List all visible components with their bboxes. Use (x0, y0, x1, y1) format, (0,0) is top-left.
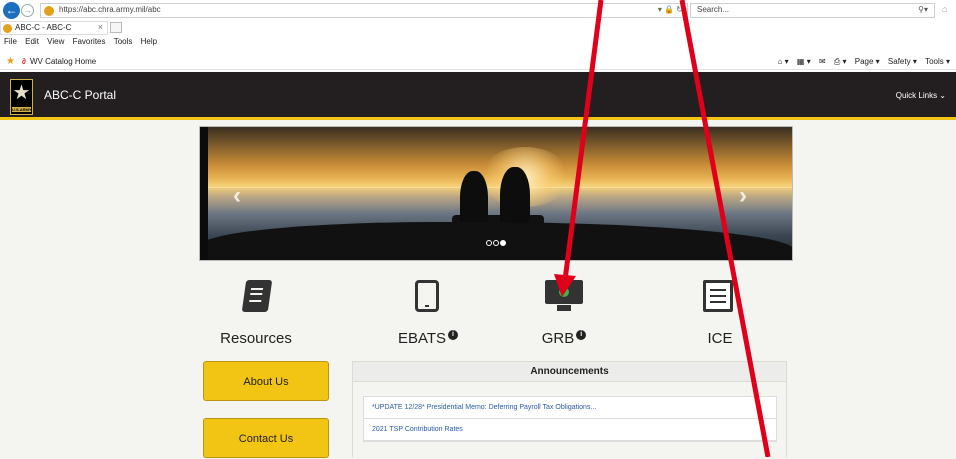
menu-tools[interactable]: Tools (114, 37, 133, 46)
flag-icon: ∂ (22, 57, 26, 66)
horizon-line (200, 187, 792, 188)
forward-button[interactable]: → (21, 4, 34, 17)
header-divider (0, 117, 956, 120)
tab-title: ABC-C - ABC-C (15, 23, 72, 32)
announcement-link[interactable]: 2021 TSP Contribution Rates (364, 419, 776, 441)
site-icon (44, 6, 54, 16)
carousel-dot-1[interactable] (486, 240, 492, 246)
announcements-title: Announcements (353, 362, 786, 382)
tile-grb[interactable]: GRB i (499, 280, 629, 350)
tablet-icon (415, 280, 439, 312)
search-input[interactable]: Search... (697, 5, 729, 14)
print-icon[interactable]: ⎙ ▾ (834, 57, 847, 66)
menu-help[interactable]: Help (141, 37, 157, 46)
monitor-check-icon (545, 280, 583, 311)
announcements-list: *UPDATE 12/28* Presidential Memo: Deferr… (363, 396, 777, 442)
book-icon (241, 280, 273, 312)
search-icon[interactable]: ⚲▾ (918, 5, 928, 14)
tab-row: ABC-C - ABC-C × (0, 21, 956, 35)
army-logo[interactable]: ★ U.S.ARMY (10, 79, 33, 115)
tools-menu[interactable]: Tools ▾ (925, 57, 950, 66)
newspaper-icon (703, 280, 733, 312)
favorite-link[interactable]: ∂ WV Catalog Home (22, 57, 96, 66)
browser-chrome: ← → https://abc.chra.army.mil/abc ▾ 🔒 ↻ … (0, 0, 956, 72)
home-small-icon[interactable]: ⌂ ▾ (778, 57, 789, 66)
contact-us-button[interactable]: Contact Us (203, 418, 329, 458)
back-button[interactable]: ← (3, 2, 20, 19)
tab-abc[interactable]: ABC-C - ABC-C × (0, 21, 108, 35)
portal-title[interactable]: ABC-C Portal (44, 88, 116, 102)
army-logo-text: U.S.ARMY (12, 107, 32, 112)
tile-label-resources: Resources (220, 330, 292, 347)
address-row: ← → https://abc.chra.army.mil/abc ▾ 🔒 ↻ … (0, 0, 956, 20)
refresh-icon[interactable]: ▾ 🔒 ↻ (658, 5, 683, 14)
feeds-icon[interactable]: ▦ ▾ (797, 57, 811, 66)
info-icon[interactable]: i (448, 330, 459, 340)
tab-favicon-icon (3, 24, 12, 33)
tile-label-ebats: EBATS i (363, 330, 493, 347)
tile-resources[interactable]: Resources (191, 280, 321, 350)
person-silhouette (460, 171, 488, 229)
carousel-edge (200, 127, 208, 260)
quick-links-menu[interactable]: Quick Links ⌄ (896, 91, 946, 100)
home-icon[interactable]: ⌂ (942, 4, 947, 14)
carousel-dot-2[interactable] (493, 240, 499, 246)
menu-view[interactable]: View (47, 37, 64, 46)
menu-edit[interactable]: Edit (25, 37, 39, 46)
portal-header (0, 72, 956, 118)
tile-label-ice: ICE (707, 330, 733, 347)
favorite-label: WV Catalog Home (29, 57, 97, 66)
url-text: https://abc.chra.army.mil/abc (59, 5, 161, 14)
menu-file[interactable]: File (4, 37, 17, 46)
check-icon (559, 287, 569, 297)
tile-label-grb: GRB i (499, 330, 629, 347)
hero-carousel[interactable]: ‹ › (199, 126, 793, 261)
favorites-bar: ★ ∂ WV Catalog Home ⌂ ▾ ▦ ▾ ✉ ⎙ ▾ Page ▾ … (0, 54, 956, 70)
star-icon: ★ (12, 82, 31, 104)
menu-favorites[interactable]: Favorites (73, 37, 106, 46)
tile-ebats[interactable]: EBATS i (363, 280, 493, 350)
carousel-indicators (486, 233, 507, 246)
carousel-dot-3[interactable] (500, 240, 506, 246)
page-menu[interactable]: Page ▾ (855, 57, 880, 66)
carousel-next-button[interactable]: › (739, 184, 747, 208)
search-box[interactable]: Search... ⚲▾ (690, 3, 935, 18)
new-tab-button[interactable] (110, 22, 122, 33)
favorites-star-icon[interactable]: ★ (6, 56, 15, 67)
about-us-button[interactable]: About Us (203, 361, 329, 401)
announcement-link[interactable]: *UPDATE 12/28* Presidential Memo: Deferr… (364, 397, 776, 419)
carousel-prev-button[interactable]: ‹ (233, 184, 241, 208)
announcements-panel: Announcements *UPDATE 12/28* Presidentia… (352, 361, 787, 457)
address-bar[interactable]: https://abc.chra.army.mil/abc ▾ 🔒 ↻ (40, 3, 688, 18)
command-bar: ⌂ ▾ ▦ ▾ ✉ ⎙ ▾ Page ▾ Safety ▾ Tools ▾ (772, 57, 950, 67)
close-icon[interactable]: × (98, 22, 103, 32)
menu-bar: File Edit View Favorites Tools Help (0, 37, 159, 51)
person-silhouette (500, 167, 530, 229)
mail-icon[interactable]: ✉ (819, 57, 826, 66)
info-icon[interactable]: i (576, 330, 587, 340)
safety-menu[interactable]: Safety ▾ (888, 57, 917, 66)
tile-ice[interactable]: ICE (655, 280, 785, 350)
